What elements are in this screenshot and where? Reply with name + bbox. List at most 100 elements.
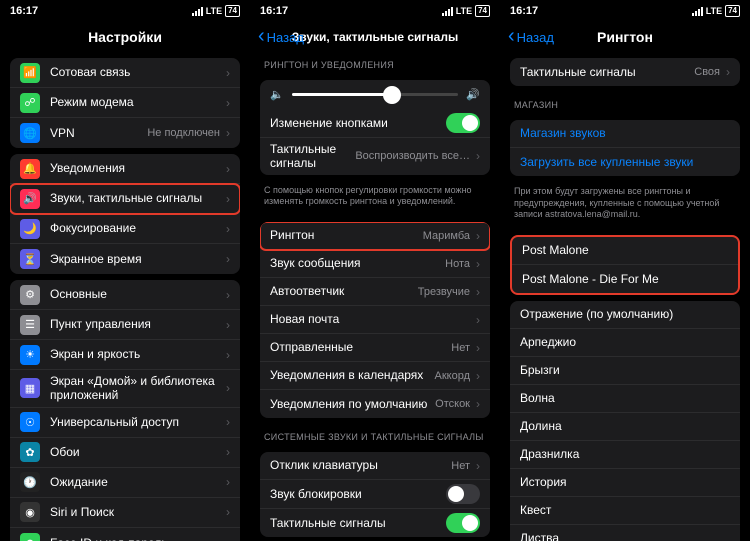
row-tone[interactable]: Листва [510,525,740,541]
chevron-icon: › [226,162,230,176]
row-label: Основные [50,287,224,301]
row-lock-sound[interactable]: Звук блокировки [260,480,490,509]
row-control-center[interactable]: ☰ Пункт управления › [10,310,240,340]
row-label: Звуки, тактильные сигналы [50,191,224,205]
battery-icon: 74 [225,5,240,17]
chevron-icon: › [226,475,230,489]
row-accessibility[interactable]: ☉ Универсальный доступ › [10,408,240,438]
row-tone[interactable]: История [510,469,740,497]
row-homescreen[interactable]: ▦ Экран «Домой» и библиотека приложений … [10,370,240,408]
hourglass-icon: ⏳ [20,249,40,269]
chevron-icon: › [476,397,480,411]
row-screentime[interactable]: ⏳ Экранное время › [10,244,240,274]
status-bar: 16:17 LTE 74 [0,0,250,22]
row-hotspot[interactable]: ☍ Режим модема › [10,88,240,118]
row-label: Тактильные сигналы [270,142,355,171]
row-tone[interactable]: Квест [510,497,740,525]
row-change-with-buttons[interactable]: Изменение кнопками [260,109,490,138]
row-tone[interactable]: Арпеджио [510,329,740,357]
settings-root-screen: 16:17 LTE 74 Настройки 📶 Сотовая связь ›… [0,0,250,541]
row-tone-store[interactable]: Магазин звуков [510,120,740,148]
chevron-icon: › [226,126,230,140]
bell-icon: 🔔 [20,159,40,179]
row-faceid[interactable]: ☻ Face ID и код-пароль › [10,528,240,541]
nav-bar: Назад Звуки, тактильные сигналы [250,22,500,52]
row-label: Уведомления [50,161,224,175]
chevron-icon: › [226,415,230,429]
row-value: Воспроизводить все… [355,150,470,162]
row-notifications[interactable]: 🔔 Уведомления › [10,154,240,184]
row-value: Нет [451,342,470,354]
status-time: 16:17 [260,5,288,17]
row-sounds-haptics[interactable]: 🔊 Звуки, тактильные сигналы › [10,184,240,214]
row-label: Тактильные сигналы [520,65,694,79]
person-icon: ☉ [20,412,40,432]
row-wallpaper[interactable]: ✿ Обои › [10,438,240,468]
section-caption: При этом будут загружены все рингтоны и … [500,182,750,229]
speaker-icon: 🔊 [20,189,40,209]
row-voicemail[interactable]: Автоответчик Трезвучие › [260,278,490,306]
toggle-change-buttons[interactable] [446,113,480,133]
row-haptics-mode[interactable]: Тактильные сигналы Воспроизводить все… › [260,138,490,175]
row-label: Дразнилка [520,447,730,461]
row-value: Трезвучие [418,286,470,298]
nav-title: Звуки, тактильные сигналы [292,30,458,44]
row-ringtone[interactable]: Рингтон Маримба › [260,222,490,250]
row-standby[interactable]: 🕐 Ожидание › [10,468,240,498]
row-label: Face ID и код-пароль [50,536,224,541]
clock-icon: 🕐 [20,472,40,492]
row-tone[interactable]: Волна [510,385,740,413]
row-tone[interactable]: Отражение (по умолчанию) [510,301,740,329]
volume-slider[interactable] [292,93,459,96]
row-siri[interactable]: ◉ Siri и Поиск › [10,498,240,528]
row-label: Звук сообщения [270,256,445,270]
row-label: Режим модема [50,95,224,109]
lte-label: LTE [706,6,722,16]
row-calendar[interactable]: Уведомления в календарях Аккорд › [260,362,490,390]
builtin-tones-group: Отражение (по умолчанию) Арпеджио Брызги… [510,301,740,541]
row-label: Листва [520,531,730,541]
row-label: Уведомления в календарях [270,368,435,382]
row-system-haptics[interactable]: Тактильные сигналы [260,509,490,537]
row-general[interactable]: ⚙ Основные › [10,280,240,310]
sounds-list[interactable]: РИНГТОН И УВЕДОМЛЕНИЯ 🔈 🔊 Изменение кноп… [250,52,500,541]
row-label: Сотовая связь [50,65,224,79]
chevron-icon: › [226,288,230,302]
row-tone[interactable]: Дразнилка [510,441,740,469]
row-label: Обои [50,445,224,459]
row-download-purchased[interactable]: Загрузить все купленные звуки [510,148,740,176]
row-display[interactable]: ☀ Экран и яркость › [10,340,240,370]
row-keyboard[interactable]: Отклик клавиатуры Нет › [260,452,490,480]
row-label: Фокусирование [50,221,224,235]
row-vpn[interactable]: 🌐 VPN Не подключен › [10,118,240,148]
gear-icon: ⚙ [20,285,40,305]
toggle-lock-sound[interactable] [446,484,480,504]
row-tone[interactable]: Брызги [510,357,740,385]
row-custom-tone[interactable]: Post Malone [512,237,738,265]
sounds-screen: 16:17 LTE 74 Назад Звуки, тактильные сиг… [250,0,500,541]
row-custom-tone[interactable]: Post Malone - Die For Me [512,265,738,293]
back-button[interactable]: Назад [508,30,554,45]
row-focus[interactable]: 🌙 Фокусирование › [10,214,240,244]
row-value: Маримба [423,230,470,242]
row-tone[interactable]: Долина [510,413,740,441]
toggle-system-haptics[interactable] [446,513,480,533]
settings-list[interactable]: 📶 Сотовая связь › ☍ Режим модема › 🌐 VPN… [0,52,250,541]
row-haptic-pattern[interactable]: Тактильные сигналы Своя › [510,58,740,86]
row-texttone[interactable]: Звук сообщения Нота › [260,250,490,278]
row-sentmail[interactable]: Отправленные Нет › [260,334,490,362]
volume-low-icon: 🔈 [270,88,284,101]
faceid-icon: ☻ [20,533,40,541]
row-default-alerts[interactable]: Уведомления по умолчанию Отскок › [260,390,490,418]
row-newmail[interactable]: Новая почта › [260,306,490,334]
chevron-icon: › [726,65,730,79]
chevron-icon: › [476,313,480,327]
row-label: Siri и Поиск [50,505,224,519]
back-button[interactable]: Назад [258,30,304,45]
ringtone-list[interactable]: Тактильные сигналы Своя › МАГАЗИН Магази… [500,52,750,541]
nav-bar: Настройки [0,22,250,52]
antenna-icon: 📶 [20,63,40,83]
row-cellular[interactable]: 📶 Сотовая связь › [10,58,240,88]
row-label: Рингтон [270,228,423,242]
lte-label: LTE [456,6,472,16]
